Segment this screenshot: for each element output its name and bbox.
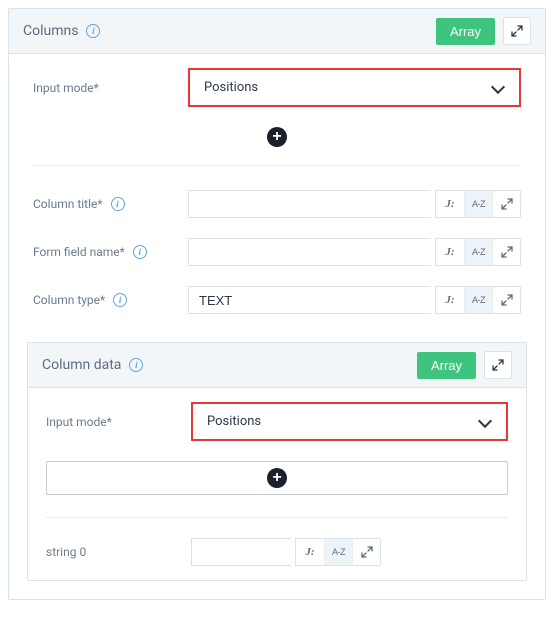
column-title-label: Column title* i	[33, 197, 188, 211]
chevron-down-icon	[478, 418, 492, 426]
input-mode-label: Input mode*	[33, 81, 188, 95]
info-icon[interactable]: i	[86, 24, 100, 38]
column-title-input[interactable]	[188, 190, 431, 218]
column-data-panel: Column data i Array Input mode* Position…	[27, 342, 527, 581]
nested-input-mode-value: Positions	[207, 414, 478, 429]
json-mode-button[interactable]: J:	[436, 239, 464, 265]
expand-input-button[interactable]	[492, 287, 520, 313]
nested-add-button[interactable]	[46, 461, 508, 495]
expand-input-button[interactable]	[492, 191, 520, 217]
nested-input-mode-row: Input mode* Positions	[46, 402, 508, 441]
input-addons: J: A-Z	[435, 238, 521, 266]
column-type-label: Column type* i	[33, 293, 188, 307]
form-field-name-label-text: Form field name*	[33, 245, 125, 259]
string-0-input[interactable]	[191, 538, 291, 566]
input-mode-control: Positions	[188, 68, 521, 107]
column-type-row: Column type* i J: A-Z	[33, 286, 521, 314]
json-mode-button[interactable]: J:	[436, 287, 464, 313]
input-addons: J: A-Z	[435, 190, 521, 218]
nested-input-mode-control: Positions	[191, 402, 508, 441]
expand-input-button[interactable]	[492, 239, 520, 265]
nested-add-row	[46, 461, 508, 495]
form-field-name-control: J: A-Z	[188, 238, 521, 266]
divider	[46, 517, 508, 518]
columns-title: Columns	[23, 23, 78, 39]
input-addons: J: A-Z	[435, 286, 521, 314]
az-button[interactable]: A-Z	[324, 539, 352, 565]
json-mode-button[interactable]: J:	[436, 191, 464, 217]
plus-icon	[267, 468, 287, 488]
array-button[interactable]: Array	[417, 352, 476, 379]
info-icon[interactable]: i	[133, 245, 147, 259]
json-mode-button[interactable]: J:	[296, 539, 324, 565]
form-field-name-row: Form field name* i J: A-Z	[33, 238, 521, 266]
string-0-label: string 0	[46, 545, 191, 559]
string-0-row: string 0 J: A-Z	[46, 538, 508, 566]
column-title-control: J: A-Z	[188, 190, 521, 218]
plus-icon	[267, 127, 287, 147]
array-button[interactable]: Array	[436, 18, 495, 45]
input-addons: J: A-Z	[295, 538, 381, 566]
column-title-row: Column title* i J: A-Z	[33, 190, 521, 218]
expand-icon	[501, 246, 513, 258]
az-button[interactable]: A-Z	[464, 191, 492, 217]
expand-button[interactable]	[503, 17, 531, 45]
add-row	[33, 127, 521, 147]
chevron-down-icon	[491, 84, 505, 92]
expand-icon	[361, 546, 373, 558]
input-mode-row: Input mode* Positions	[33, 68, 521, 107]
column-data-body: Input mode* Positions string 0	[28, 388, 526, 580]
columns-panel-body: Input mode* Positions Column title* i	[9, 54, 545, 342]
columns-panel-header: Columns i Array	[9, 9, 545, 54]
input-mode-select[interactable]: Positions	[188, 68, 521, 107]
add-button[interactable]	[267, 127, 287, 147]
expand-icon	[501, 294, 513, 306]
column-data-title: Column data	[42, 357, 121, 373]
input-mode-value: Positions	[204, 80, 491, 95]
expand-icon	[501, 198, 513, 210]
form-field-name-label: Form field name* i	[33, 245, 188, 259]
az-button[interactable]: A-Z	[464, 287, 492, 313]
info-icon[interactable]: i	[113, 293, 127, 307]
expand-icon	[511, 25, 523, 37]
expand-icon	[492, 359, 504, 371]
expand-button[interactable]	[484, 351, 512, 379]
column-data-header: Column data i Array	[28, 343, 526, 388]
divider	[33, 165, 521, 166]
column-title-label-text: Column title*	[33, 197, 103, 211]
info-icon[interactable]: i	[129, 358, 143, 372]
expand-input-button[interactable]	[352, 539, 380, 565]
az-button[interactable]: A-Z	[464, 239, 492, 265]
columns-panel: Columns i Array Input mode* Positions	[8, 8, 546, 600]
column-type-control: J: A-Z	[188, 286, 521, 314]
info-icon[interactable]: i	[111, 197, 125, 211]
nested-input-mode-select[interactable]: Positions	[191, 402, 508, 441]
column-type-label-text: Column type*	[33, 293, 105, 307]
column-type-input[interactable]	[188, 286, 431, 314]
form-field-name-input[interactable]	[188, 238, 431, 266]
nested-panel-wrap: Column data i Array Input mode* Position…	[9, 342, 545, 599]
nested-input-mode-label: Input mode*	[46, 415, 191, 429]
string-0-control: J: A-Z	[191, 538, 381, 566]
